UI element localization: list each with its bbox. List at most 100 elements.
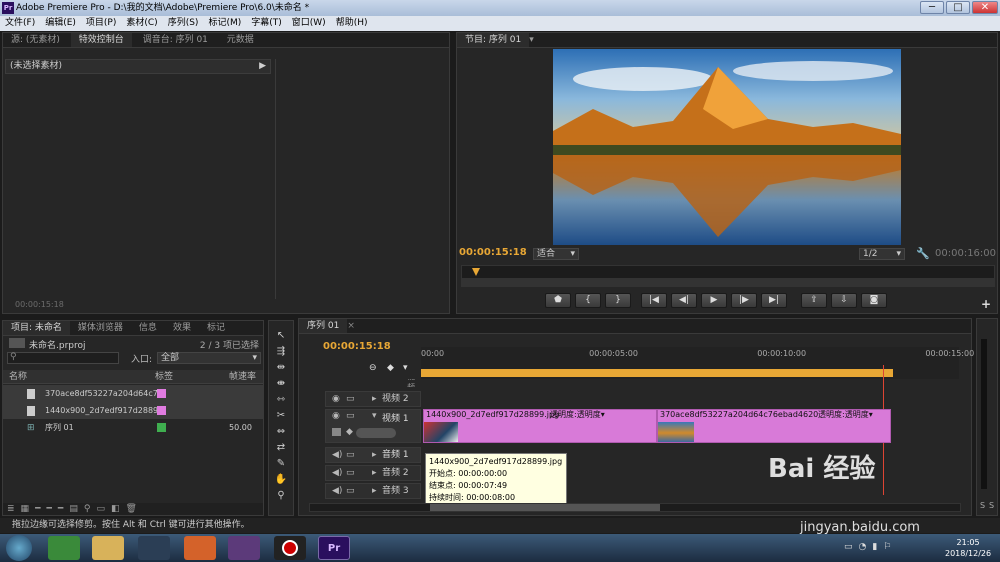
work-area-bar[interactable] <box>421 369 893 377</box>
search-input[interactable]: ⚲ <box>7 352 119 364</box>
list-item[interactable]: 370ace8df53227a204d64c7 <box>3 385 263 402</box>
add-button[interactable]: + <box>981 297 991 311</box>
explorer-icon[interactable] <box>92 536 124 560</box>
chevron-down-icon[interactable]: ▾ <box>529 35 534 45</box>
tab-effect-controls[interactable]: 特效控制台 <box>70 33 132 47</box>
new-bin-icon[interactable]: ▭ <box>96 504 111 514</box>
col-framerate[interactable]: 帧速率 <box>229 370 256 384</box>
speaker-icon[interactable]: ◀) <box>332 484 342 498</box>
out-icon[interactable]: } <box>605 293 631 308</box>
col-name[interactable]: 名称 <box>9 370 27 384</box>
rolling-edit-tool-icon[interactable]: ⇼ <box>273 377 289 390</box>
record-icon[interactable] <box>274 536 306 560</box>
zoom-slider[interactable]: ━━━ <box>35 504 69 514</box>
go-in-icon[interactable]: |◀ <box>641 293 667 308</box>
expand-icon[interactable]: ▸ <box>372 448 377 462</box>
keyframe-icon[interactable]: ◆ <box>346 427 353 437</box>
clip-effect[interactable]: 透明度:透明度▾ <box>550 410 605 420</box>
extract-icon[interactable]: ⇩ <box>831 293 857 308</box>
tab-info[interactable]: 信息 <box>131 321 165 335</box>
start-button[interactable] <box>6 535 32 561</box>
lock-icon[interactable]: ▭ <box>346 484 355 498</box>
menu-project[interactable]: 项目(P) <box>81 18 121 28</box>
tab-effects[interactable]: 效果 <box>165 321 199 335</box>
menu-title[interactable]: 字幕(T) <box>246 18 287 28</box>
hand-tool-icon[interactable]: ✋ <box>273 473 289 486</box>
tab-metadata[interactable]: 元数据 <box>219 33 262 47</box>
lock-icon[interactable]: ▭ <box>346 411 355 421</box>
expand-icon[interactable]: ▸ <box>372 392 377 406</box>
tab-sequence[interactable]: 序列 01 <box>299 319 348 333</box>
eye-icon[interactable]: ◉ <box>332 392 340 406</box>
camera-icon[interactable]: ◙ <box>861 293 887 308</box>
label-swatch[interactable] <box>157 406 166 415</box>
video-clip[interactable]: 370ace8df53227a204d64c76ebad4620.jpg 透明度… <box>657 409 891 443</box>
find-icon[interactable]: ⚲ <box>84 504 97 514</box>
menu-window[interactable]: 窗口(W) <box>287 18 331 28</box>
tray-clock[interactable]: 21:05 2018/12/26 <box>945 537 991 559</box>
expand-icon[interactable]: ▸ <box>372 466 377 480</box>
col-label[interactable]: 标签 <box>155 370 173 384</box>
set-marker-icon[interactable]: ▾ <box>403 363 408 373</box>
automate-icon[interactable]: ▤ <box>69 504 84 514</box>
menu-sequence[interactable]: 序列(S) <box>163 18 204 28</box>
slip-tool-icon[interactable]: ⇔ <box>273 425 289 438</box>
menu-file[interactable]: 文件(F) <box>0 18 40 28</box>
tab-project[interactable]: 项目: 未命名 <box>3 321 70 335</box>
slide-tool-icon[interactable]: ⇄ <box>273 441 289 454</box>
tab-audio-mixer[interactable]: 调音台: 序列 01 <box>135 33 216 47</box>
wrench-icon[interactable]: 🔧 <box>916 247 930 260</box>
selection-tool-icon[interactable]: ↖ <box>273 329 289 342</box>
program-timecode[interactable]: 00:00:15:18 <box>459 247 527 258</box>
tab-markers[interactable]: 标记 <box>199 321 233 335</box>
lock-icon[interactable]: ▭ <box>346 466 355 480</box>
mark-icon[interactable]: ⬟ <box>545 293 571 308</box>
scroll-thumb[interactable] <box>430 504 660 511</box>
go-out-icon[interactable]: ▶| <box>761 293 787 308</box>
expand-icon[interactable]: ▸ <box>372 484 377 498</box>
premiere-taskbar-icon[interactable]: Pr <box>318 536 350 560</box>
keyframe-nav[interactable] <box>356 428 396 438</box>
timeline-timecode[interactable]: 00:00:15:18 <box>323 341 391 352</box>
zoom-tool-icon[interactable]: ⚲ <box>273 489 289 502</box>
list-item[interactable]: ⊞ 序列 01 50.00 <box>3 419 263 436</box>
play-icon[interactable]: ▶ <box>701 293 727 308</box>
tab-program[interactable]: 节目: 序列 01 <box>457 33 530 47</box>
new-item-icon[interactable]: ◧ <box>111 504 126 514</box>
marker-icon[interactable]: ◆ <box>387 363 394 373</box>
clip-effect[interactable]: 透明度:透明度▾ <box>818 410 873 420</box>
playhead-icon[interactable] <box>472 268 480 276</box>
speaker-icon[interactable]: ◀) <box>332 466 342 480</box>
ripple-edit-tool-icon[interactable]: ⇹ <box>273 361 289 374</box>
lock-icon[interactable]: ▭ <box>346 448 355 462</box>
snap-icon[interactable]: ⊖ <box>369 363 377 373</box>
close-icon[interactable]: × <box>347 321 355 331</box>
fit-dropdown[interactable]: 适合 ▾ <box>533 248 579 260</box>
label-swatch[interactable] <box>157 389 166 398</box>
zoom-bar[interactable] <box>462 278 994 286</box>
step-forward-icon[interactable]: |▶ <box>731 293 757 308</box>
list-item[interactable]: 1440x900_2d7edf917d2889 <box>3 402 263 419</box>
in-icon[interactable]: { <box>575 293 601 308</box>
display-style-icon[interactable] <box>332 428 341 436</box>
razor-tool-icon[interactable]: ✂ <box>273 409 289 422</box>
solo-button[interactable]: S <box>989 501 994 510</box>
resolution-dropdown[interactable]: 1/2 ▾ <box>859 248 905 260</box>
program-scrubber[interactable] <box>461 265 995 287</box>
firefox-icon[interactable] <box>184 536 216 560</box>
rate-stretch-tool-icon[interactable]: ⇿ <box>273 393 289 406</box>
eye-icon[interactable]: ◉ <box>332 411 340 421</box>
list-view-icon[interactable]: ≣ <box>7 504 21 514</box>
qq-icon[interactable] <box>138 536 170 560</box>
tray-icons[interactable]: ▭◔▮⚐ <box>844 542 897 552</box>
minimize-button[interactable]: ─ <box>920 1 944 14</box>
icon-view-icon[interactable]: ▦ <box>21 504 36 514</box>
video-clip[interactable]: 1440x900_2d7edf917d28899.jpg 透明度:透明度▾ <box>423 409 657 443</box>
in-dropdown[interactable]: 全部 ▾ <box>157 352 261 364</box>
lock-icon[interactable]: ▭ <box>346 392 355 406</box>
close-button[interactable]: ✕ <box>972 1 998 14</box>
menu-clip[interactable]: 素材(C) <box>121 18 162 28</box>
lift-icon[interactable]: ⇪ <box>801 293 827 308</box>
maximize-button[interactable]: □ <box>946 1 970 14</box>
pen-tool-icon[interactable]: ✎ <box>273 457 289 470</box>
